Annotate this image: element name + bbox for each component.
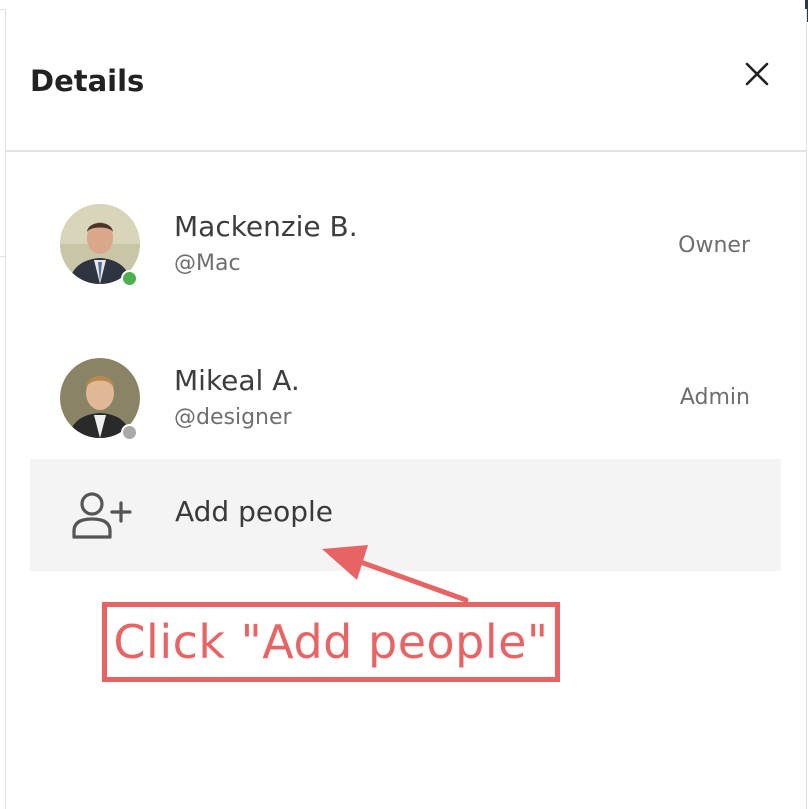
panel-header: Details bbox=[6, 9, 806, 152]
add-people-button[interactable]: Add people bbox=[30, 459, 781, 571]
member-name: Mikeal A. bbox=[174, 364, 300, 397]
add-user-icon bbox=[72, 492, 132, 539]
member-role: Owner bbox=[678, 233, 750, 258]
close-button[interactable] bbox=[740, 57, 774, 91]
member-handle: @designer bbox=[174, 405, 292, 430]
annotation-text: Click "Add people" bbox=[113, 615, 549, 669]
member-role: Admin bbox=[679, 385, 750, 410]
member-row[interactable]: Mikeal A. @designer Admin bbox=[6, 358, 806, 458]
annotation-callout: Click "Add people" bbox=[102, 602, 560, 682]
status-online-dot bbox=[121, 270, 138, 287]
member-name: Mackenzie B. bbox=[174, 210, 358, 243]
panel-title: Details bbox=[30, 64, 145, 98]
member-handle: @Mac bbox=[174, 251, 241, 276]
details-panel: Details Mackenzie B. @Mac Owner Mikeal A… bbox=[5, 9, 807, 809]
close-icon bbox=[745, 62, 769, 86]
status-offline-dot bbox=[121, 424, 138, 441]
member-row[interactable]: Mackenzie B. @Mac Owner bbox=[6, 204, 806, 304]
add-people-label: Add people bbox=[175, 495, 334, 528]
